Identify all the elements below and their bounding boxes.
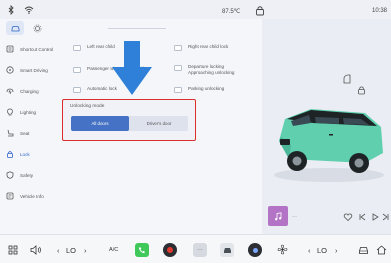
media-player: --- bbox=[268, 204, 391, 234]
volume-icon[interactable] bbox=[30, 245, 42, 255]
sidebar-item-label: Safety bbox=[20, 172, 34, 178]
sidebar-item-label: Seat bbox=[20, 130, 30, 136]
option-label: Parking unlocking bbox=[188, 86, 225, 91]
option-automatic-lock[interactable]: Automatic lock bbox=[73, 86, 117, 93]
phone-icon bbox=[138, 247, 145, 254]
unlocking-mode-title: Unlocking mode bbox=[70, 104, 105, 109]
vehicle-illustration bbox=[274, 109, 384, 182]
checkbox[interactable] bbox=[73, 66, 81, 73]
clock: 10:38 bbox=[371, 8, 387, 14]
checkbox[interactable] bbox=[174, 86, 182, 93]
track-title: --- bbox=[292, 214, 297, 220]
phone-app[interactable] bbox=[135, 243, 149, 257]
wifi-icon bbox=[24, 6, 34, 14]
sidebar-item-safety[interactable]: Safety bbox=[6, 167, 64, 183]
padlock-icon[interactable] bbox=[255, 5, 265, 16]
tab-vehicle[interactable] bbox=[6, 21, 24, 35]
seat-icon bbox=[7, 129, 14, 137]
option-label: Departure locking Approaching unlocking bbox=[188, 64, 235, 75]
apps-grid-icon[interactable] bbox=[8, 245, 18, 255]
sidebar-item-lock[interactable]: Lock bbox=[6, 146, 64, 162]
checkbox[interactable] bbox=[174, 64, 182, 71]
heart-icon[interactable] bbox=[343, 212, 353, 222]
down-arrow-icon bbox=[112, 41, 152, 95]
unlocking-mode-selector: All doors Driver's door bbox=[71, 116, 188, 131]
gear-icon bbox=[33, 24, 41, 32]
tab-divider bbox=[108, 28, 166, 29]
option-right-rear-child-lock[interactable]: Right rear child lock bbox=[174, 44, 228, 51]
shield-icon bbox=[6, 171, 14, 179]
sidebar-item-label: Smart Driving bbox=[20, 67, 48, 73]
car-icon bbox=[11, 26, 19, 32]
sidebar-item-label: Vehicle Info bbox=[20, 193, 44, 199]
tab-settings[interactable] bbox=[28, 21, 46, 35]
camera-app[interactable] bbox=[248, 243, 262, 257]
car-settings-app[interactable] bbox=[220, 243, 234, 257]
right-temp-decrease[interactable]: ‹ bbox=[308, 243, 311, 257]
unlocking-mode-card: Unlocking mode All doors Driver's door bbox=[62, 99, 196, 141]
tab-row bbox=[0, 19, 262, 37]
screen: 87.5℃ 10:38 Shortcut Control Smart Drivi… bbox=[0, 0, 391, 263]
right-temperature: LO bbox=[317, 245, 328, 255]
play-icon[interactable] bbox=[370, 212, 380, 222]
option-label: Right rear child lock bbox=[188, 44, 229, 49]
previous-track-icon[interactable] bbox=[357, 212, 367, 222]
media-app[interactable] bbox=[163, 243, 177, 257]
checkbox[interactable] bbox=[73, 44, 81, 51]
sidebar-item-label: Shortcut Control bbox=[20, 46, 54, 52]
info-icon bbox=[6, 192, 14, 200]
checkbox[interactable] bbox=[73, 86, 81, 93]
left-temp-decrease[interactable]: ‹ bbox=[57, 243, 60, 257]
sidebar-item-vehicle-info[interactable]: Vehicle Info bbox=[6, 188, 64, 204]
ac-button[interactable]: A/C bbox=[109, 243, 118, 257]
lock-icon bbox=[7, 151, 13, 158]
bulb-icon bbox=[7, 108, 13, 116]
more-icon: ··· bbox=[193, 243, 207, 257]
sidebar-item-lighting[interactable]: Lighting bbox=[6, 104, 64, 120]
car-front-icon[interactable] bbox=[358, 245, 369, 255]
option-departure-locking[interactable]: Departure locking Approaching unlocking bbox=[174, 64, 234, 75]
left-temp-increase[interactable]: › bbox=[84, 243, 87, 257]
sidebar-item-label: Lock bbox=[20, 151, 30, 157]
checkbox[interactable] bbox=[174, 44, 182, 51]
car-icon bbox=[223, 248, 231, 253]
shortcut-icon bbox=[6, 45, 14, 53]
all-doors-option[interactable]: All doors bbox=[71, 116, 129, 131]
right-temp-increase[interactable]: › bbox=[335, 243, 338, 257]
left-temperature: LO bbox=[66, 245, 77, 255]
fan-icon[interactable] bbox=[277, 244, 288, 255]
sidebar-item-label: Charging bbox=[20, 88, 39, 94]
sidebar-item-seat[interactable]: Seat bbox=[6, 125, 64, 141]
home-icon[interactable] bbox=[376, 245, 387, 255]
bluetooth-icon bbox=[8, 5, 14, 15]
drivers-door-option[interactable]: Driver's door bbox=[130, 116, 188, 131]
sidebar-item-shortcut-control[interactable]: Shortcut Control bbox=[6, 41, 64, 57]
vehicle-view bbox=[262, 19, 391, 234]
temperature-readout: 87.5℃ bbox=[222, 9, 241, 15]
sidebar-item-smart-driving[interactable]: Smart Driving bbox=[6, 62, 64, 78]
next-track-icon[interactable] bbox=[381, 212, 391, 222]
steering-wheel-icon bbox=[6, 66, 14, 74]
more-apps[interactable]: ··· bbox=[193, 243, 207, 257]
sidebar-item-charging[interactable]: Charging bbox=[6, 83, 64, 99]
option-left-rear-child-lock[interactable]: Left rear child bbox=[73, 44, 115, 51]
option-label: Left rear child bbox=[87, 44, 115, 49]
sidebar-item-label: Lighting bbox=[20, 109, 37, 115]
music-note-icon bbox=[275, 211, 282, 220]
option-parking-unlocking[interactable]: Parking unlocking bbox=[174, 86, 224, 93]
album-art[interactable] bbox=[268, 206, 288, 226]
charging-icon bbox=[6, 88, 14, 95]
bottom-dock: ‹ LO › A/C ··· ‹ LO › bbox=[0, 234, 391, 263]
